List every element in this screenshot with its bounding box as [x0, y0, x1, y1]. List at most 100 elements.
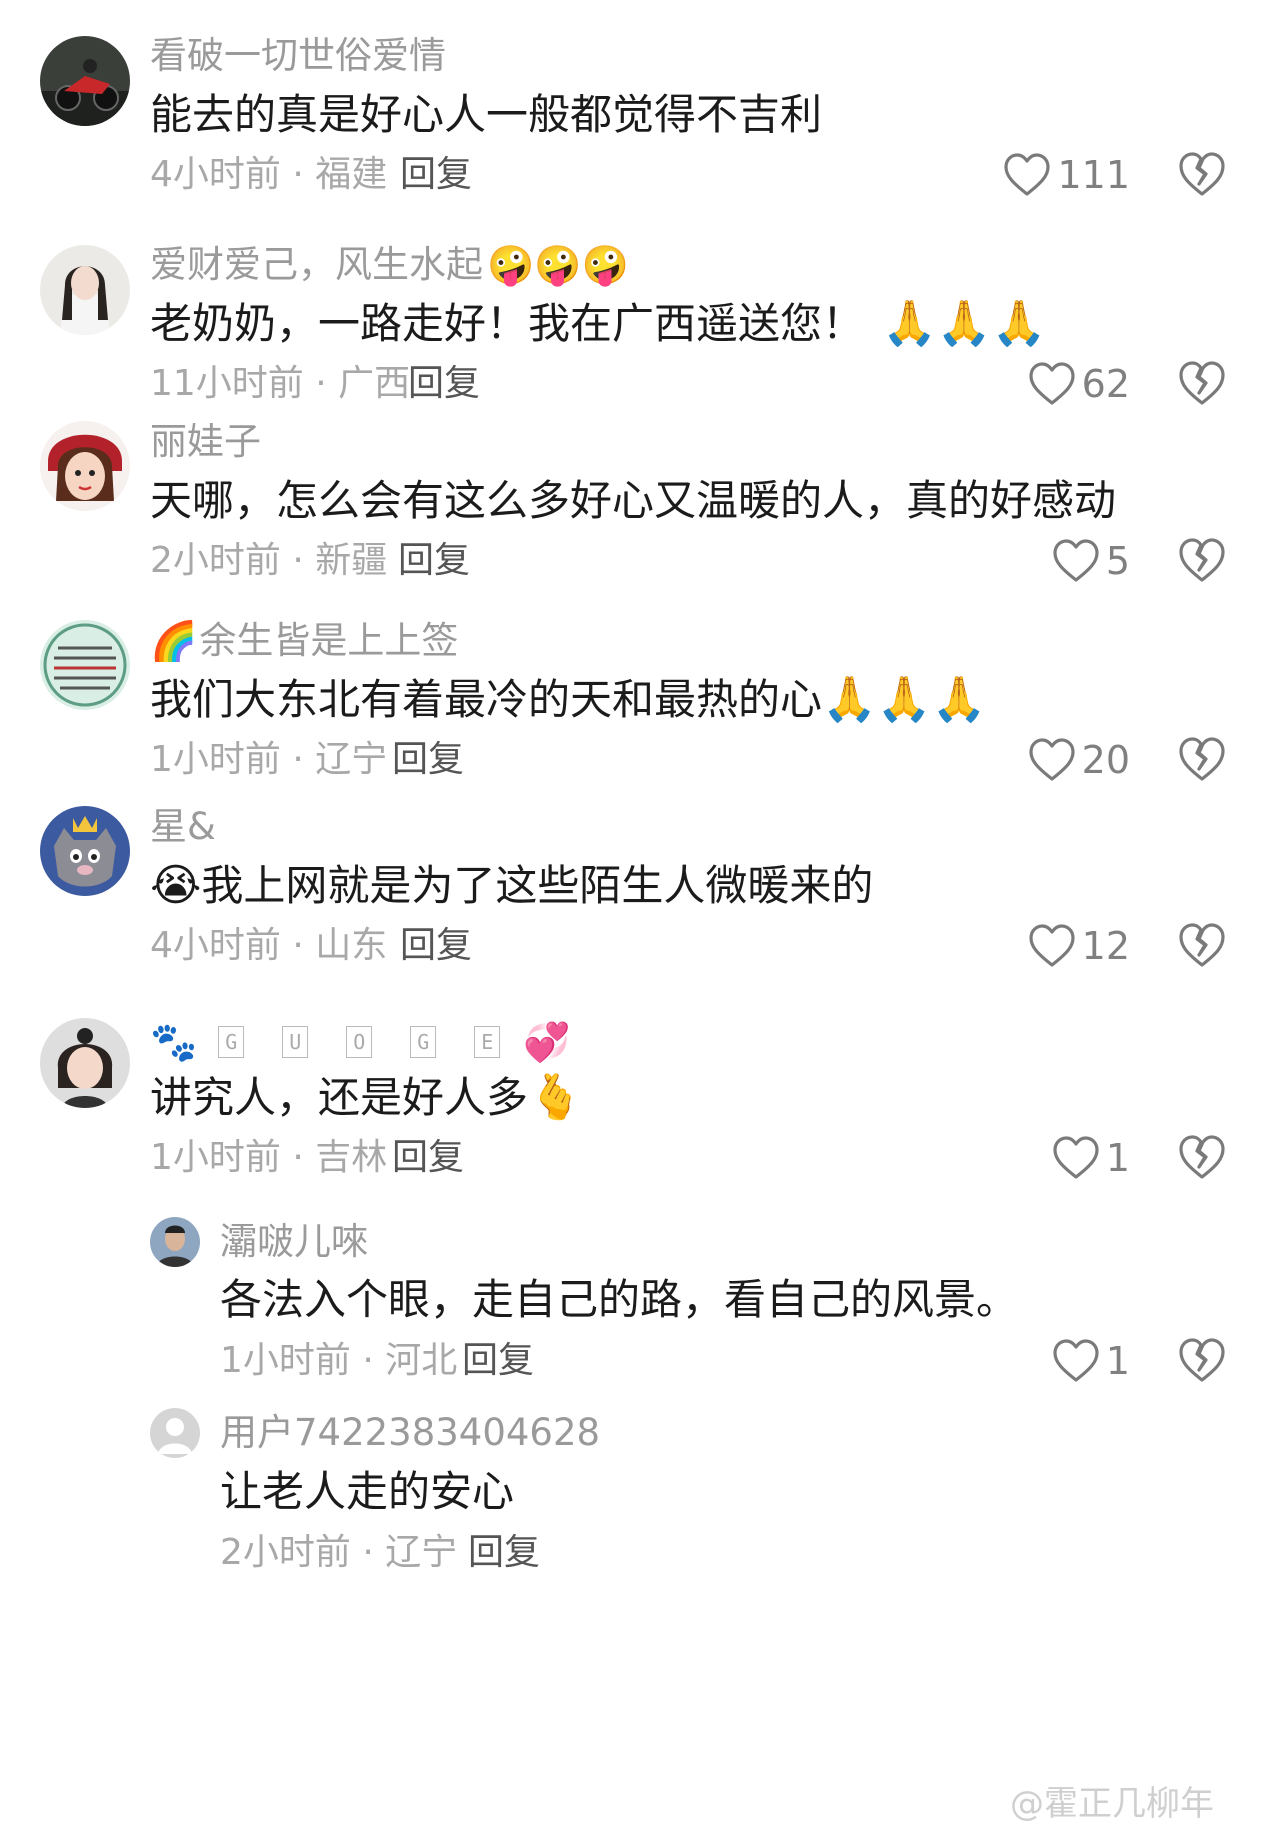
time-location: 2小时前 · 辽宁: [220, 1532, 458, 1573]
dislike-icon[interactable]: [1177, 150, 1227, 198]
comment-text: 能去的真是好心人一般都觉得不吉利: [150, 89, 822, 141]
time-location: 11小时前 · 广西: [150, 363, 411, 404]
avatar[interactable]: [40, 36, 130, 126]
avatar[interactable]: [40, 620, 130, 710]
heart-icon: [1053, 1136, 1099, 1179]
comment-text-body: 老奶奶，一路走好！我在广西遥送您！: [150, 299, 865, 348]
default-user-icon: [150, 1408, 200, 1458]
username-text: 丽娃子: [150, 420, 261, 463]
reply-button[interactable]: 回复: [398, 539, 470, 583]
like-button[interactable]: 1: [1052, 1133, 1130, 1183]
reply-button[interactable]: 回复: [392, 1136, 464, 1180]
username[interactable]: 🐾 G U O G E 💞: [150, 1020, 571, 1064]
avatar[interactable]: [40, 245, 130, 335]
heart-icon: [1029, 924, 1075, 967]
comment-text: 天哪，怎么会有这么多好心又温暖的人，真的好感动: [150, 475, 1116, 527]
wolf-cartoon-avatar-icon: [40, 806, 130, 896]
emoji-zany-face-icon: 🤪🤪🤪: [487, 243, 629, 287]
username-text: 看破一切世俗爱情: [150, 34, 446, 77]
emoji-pray-icon: 🙏🙏🙏: [822, 674, 987, 725]
cartoon-girl-avatar-icon: [40, 421, 130, 511]
revolving-hearts-icon: 💞: [523, 1020, 571, 1064]
like-button[interactable]: 111: [1003, 150, 1130, 200]
emoji-finger-heart-icon: 🫰: [528, 1072, 583, 1123]
comment-text-body: 让老人走的安心: [220, 1467, 515, 1516]
heart-icon: [1029, 738, 1075, 781]
username[interactable]: 灞啵儿唻: [220, 1220, 368, 1264]
like-count: 5: [1105, 539, 1130, 583]
like-button[interactable]: 20: [1028, 735, 1130, 785]
username[interactable]: 用户7422383404628: [220, 1411, 600, 1455]
username[interactable]: 🌈 余生皆是上上签: [150, 619, 458, 663]
username-letter: G: [410, 1026, 437, 1058]
comment-text-body: 天哪，怎么会有这么多好心又温暖的人，真的好感动: [150, 476, 1117, 525]
username[interactable]: 星&: [150, 805, 216, 849]
emoji-pray-icon: 🙏🙏🙏: [882, 298, 1047, 349]
watermark: @霍正几柳年: [1010, 1784, 1214, 1824]
heart-icon: [1029, 362, 1075, 405]
dislike-icon[interactable]: [1177, 536, 1227, 584]
username-text: 灞啵儿唻: [220, 1220, 368, 1263]
time-location: 1小时前 · 辽宁: [150, 739, 388, 780]
comment-text: 😭我上网就是为了这些陌生人微暖来的: [150, 860, 873, 912]
like-button[interactable]: 5: [1052, 536, 1130, 586]
comment-text-body: 我们大东北有着最冷的天和最热的心: [150, 675, 823, 724]
heart-icon: [1053, 1339, 1099, 1382]
like-count: 1: [1105, 1339, 1130, 1383]
heart-icon: [1053, 539, 1099, 582]
comment-text: 各法入个眼，走自己的路，看自己的风景。: [220, 1274, 1018, 1326]
comment-text-body: 讲究人，还是好人多: [150, 1073, 529, 1122]
child-portrait-avatar-icon: [40, 1018, 130, 1108]
reply-button[interactable]: 回复: [468, 1531, 540, 1575]
reply-button[interactable]: 回复: [392, 738, 464, 782]
username-letter: G: [218, 1026, 245, 1058]
username-text: 余生皆是上上签: [199, 619, 459, 662]
username[interactable]: 爱财爱己，风生水起 🤪🤪🤪: [150, 243, 629, 287]
username-letter: E: [474, 1026, 501, 1058]
like-count: 1: [1105, 1136, 1130, 1180]
username-text: 爱财爱己，风生水起: [150, 243, 483, 286]
man-photo-avatar-icon: [150, 1217, 200, 1267]
heart-icon: [1004, 153, 1051, 196]
avatar[interactable]: [150, 1217, 200, 1267]
like-count: 20: [1081, 738, 1130, 782]
avatar[interactable]: [40, 421, 130, 511]
reply-button[interactable]: 回复: [400, 924, 472, 968]
time-location: 4小时前 · 福建: [150, 154, 388, 195]
like-button[interactable]: 12: [1028, 921, 1130, 971]
comment-text: 讲究人，还是好人多🫰: [150, 1072, 583, 1124]
dislike-icon[interactable]: [1177, 1133, 1227, 1181]
woman-portrait-avatar-icon: [40, 245, 130, 335]
comment-text-body: 我上网就是为了这些陌生人微暖来的: [201, 861, 874, 910]
comment-text: 我们大东北有着最冷的天和最热的心🙏🙏🙏: [150, 674, 986, 726]
username-letter: U: [282, 1026, 309, 1058]
like-count: 62: [1081, 362, 1130, 406]
username-letter: O: [346, 1026, 373, 1058]
comment-text-body: 能去的真是好心人一般都觉得不吉利: [150, 90, 823, 139]
dislike-icon[interactable]: [1177, 1336, 1227, 1384]
dislike-icon[interactable]: [1177, 359, 1227, 407]
username[interactable]: 看破一切世俗爱情: [150, 34, 446, 78]
avatar[interactable]: [40, 806, 130, 896]
time-location: 2小时前 · 新疆: [150, 540, 388, 581]
username[interactable]: 丽娃子: [150, 420, 261, 464]
username-text: 用户7422383404628: [220, 1411, 601, 1454]
comment-text: 老奶奶，一路走好！我在广西遥送您！ 🙏🙏🙏: [150, 298, 1046, 350]
like-button[interactable]: 62: [1028, 359, 1130, 409]
comment-text-body: 各法入个眼，走自己的路，看自己的风景。: [220, 1275, 1019, 1324]
emoji-crying-icon: 😭: [150, 860, 202, 911]
time-location: 1小时前 · 吉林: [150, 1137, 388, 1178]
like-button[interactable]: 1: [1052, 1336, 1130, 1386]
dislike-icon[interactable]: [1177, 735, 1227, 783]
reply-button[interactable]: 回复: [408, 362, 480, 406]
time-location: 4小时前 · 山东: [150, 925, 388, 966]
avatar[interactable]: [150, 1408, 200, 1458]
avatar[interactable]: [40, 1018, 130, 1108]
text-card-avatar-icon: [40, 620, 130, 710]
time-location: 1小时前 · 河北: [220, 1340, 458, 1381]
reply-button[interactable]: 回复: [400, 153, 472, 197]
dislike-icon[interactable]: [1177, 921, 1227, 969]
username-text: 星&: [150, 805, 216, 848]
motorcycle-avatar-icon: [40, 36, 130, 126]
reply-button[interactable]: 回复: [462, 1339, 534, 1383]
